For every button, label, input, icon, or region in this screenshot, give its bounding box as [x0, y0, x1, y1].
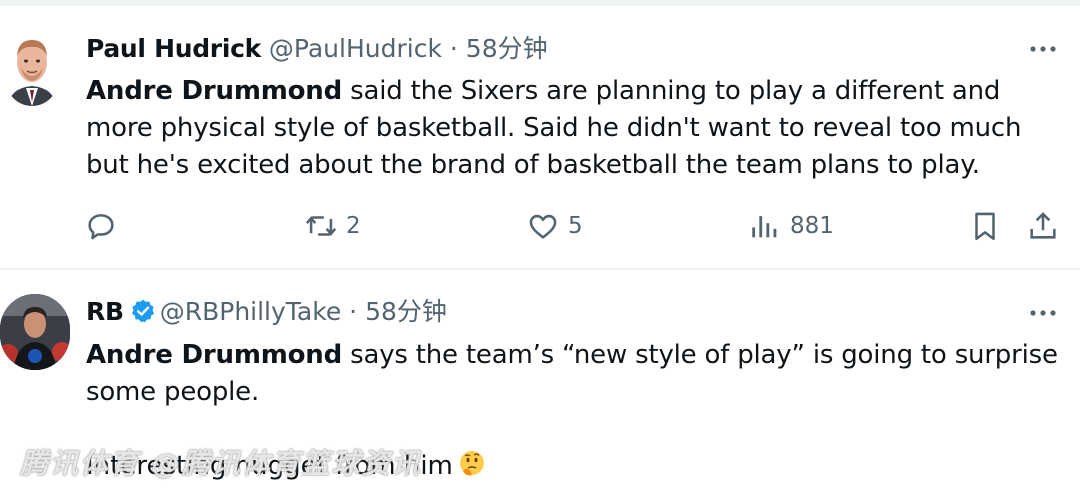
tweet-header: RB @RBPhillyTake · 58分钟 — [86, 297, 447, 327]
mention-bold: Andre Drummond — [86, 76, 343, 106]
verified-badge-icon — [131, 299, 154, 323]
profile-photo — [6, 30, 58, 106]
profile-photo — [0, 294, 70, 370]
avatar[interactable] — [6, 30, 58, 106]
views-icon — [752, 216, 777, 238]
like-button[interactable]: 5 — [526, 206, 583, 246]
tweet-divider — [0, 268, 1080, 270]
user-handle[interactable]: @RBPhillyTake — [160, 297, 342, 326]
timestamp[interactable]: 58分钟 — [365, 297, 447, 326]
user-handle[interactable]: @PaulHudrick — [269, 34, 442, 63]
reply-button[interactable] — [84, 206, 118, 246]
views-button[interactable]: 881 — [748, 206, 834, 246]
bookmark-button[interactable] — [968, 206, 1002, 246]
thinking-face-icon — [459, 451, 484, 476]
retweet-icon — [305, 216, 337, 236]
share-icon — [1030, 212, 1056, 239]
display-name[interactable]: RB — [86, 297, 124, 326]
top-border — [0, 0, 1080, 6]
reply-icon — [88, 214, 114, 240]
watermark: 腾讯体育 @腾讯体育篮球资讯 — [20, 447, 422, 480]
avatar[interactable] — [0, 294, 70, 370]
mention-bold: Andre Drummond — [86, 340, 343, 370]
tweet-text: Andre Drummond said the Sixers are plann… — [86, 73, 1066, 184]
separator-dot: · — [449, 34, 458, 63]
separator-dot: · — [349, 297, 358, 326]
tweet-text: Andre Drummond says the team’s “new styl… — [86, 337, 1066, 411]
tweet-header: Paul Hudrick @PaulHudrick · 58分钟 — [86, 34, 548, 64]
display-name[interactable]: Paul Hudrick — [86, 34, 261, 63]
timestamp[interactable]: 58分钟 — [466, 34, 548, 63]
retweet-count: 2 — [346, 213, 361, 239]
more-options-icon[interactable] — [1028, 308, 1058, 318]
share-button[interactable] — [1026, 206, 1060, 246]
bookmark-icon — [975, 212, 995, 241]
retweet-button[interactable]: 2 — [304, 206, 361, 246]
views-count: 881 — [790, 213, 834, 239]
more-options-icon[interactable] — [1028, 44, 1058, 54]
like-count: 5 — [568, 213, 583, 239]
heart-icon — [529, 214, 557, 239]
